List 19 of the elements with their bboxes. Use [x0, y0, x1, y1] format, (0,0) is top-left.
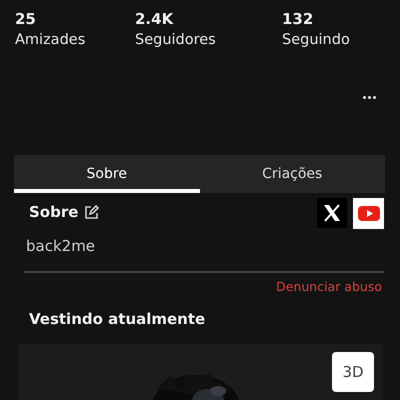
- stat-label[interactable]: Seguindo: [282, 32, 350, 48]
- section-title: Sobre: [29, 203, 78, 221]
- x-logo-icon: [323, 204, 341, 222]
- view-3d-button[interactable]: 3D: [332, 352, 374, 392]
- youtube-logo-button[interactable]: [353, 198, 384, 229]
- stat-count: 132: [282, 10, 314, 28]
- stat-count: 25: [15, 10, 37, 28]
- report-abuse-link[interactable]: Denunciar abuso: [24, 279, 382, 294]
- stat-count: 2.4K: [135, 10, 174, 28]
- more-options-icon[interactable]: [363, 96, 376, 99]
- stat-label[interactable]: Amizades: [15, 32, 135, 48]
- stat-label[interactable]: Seguidores: [135, 32, 282, 48]
- x-logo-button[interactable]: [317, 198, 347, 228]
- tab[interactable]: Sobre: [14, 155, 200, 193]
- tab[interactable]: Criações: [200, 155, 385, 193]
- about-text: back2me: [26, 237, 96, 255]
- youtube-logo-icon: [358, 206, 380, 221]
- edit-icon[interactable]: [84, 204, 100, 220]
- section-title: Vestindo atualmente: [29, 310, 206, 328]
